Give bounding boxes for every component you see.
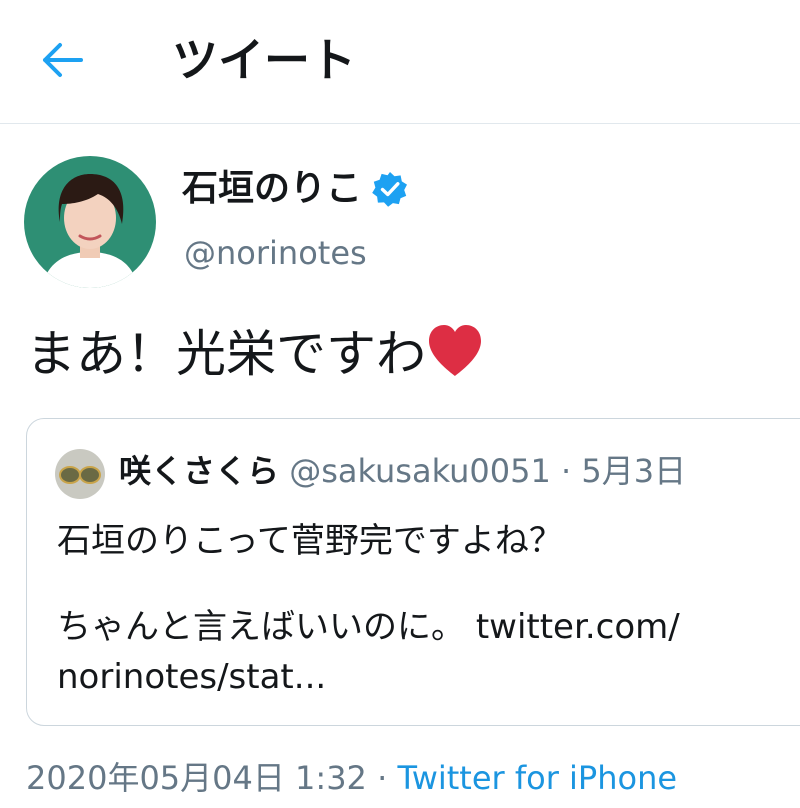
page-title: ツイート bbox=[172, 33, 356, 87]
quote-text-line-1: 石垣のりこって菅野完ですよね？ bbox=[57, 521, 563, 561]
tweet-text: まあ！光栄ですわ bbox=[26, 322, 484, 386]
tweet-timestamp: 2020年05月04日 1:32 · bbox=[26, 759, 398, 797]
author-display-name[interactable]: 石垣のりこ bbox=[182, 166, 362, 212]
heart-icon bbox=[429, 325, 481, 376]
avatar-portrait bbox=[24, 156, 156, 288]
tweet-detail-screen: ツイート 石垣のりこ @norinotes まあ！光栄ですわ 咲くさくら @sa… bbox=[0, 0, 800, 808]
top-bar: ツイート bbox=[0, 0, 800, 124]
back-button[interactable] bbox=[38, 38, 86, 82]
quoted-tweet-card[interactable]: 咲くさくら @sakusaku0051 · 5月3日 石垣のりこって菅野完ですよ… bbox=[26, 418, 800, 726]
arrow-left-icon bbox=[43, 43, 83, 77]
quote-author-avatar[interactable] bbox=[55, 449, 105, 499]
tweet-text-content: まあ！光栄ですわ bbox=[26, 325, 426, 383]
verified-badge-icon bbox=[372, 172, 407, 207]
quote-link-part-2[interactable]: norinotes/stat... bbox=[57, 655, 326, 699]
quote-header: 咲くさくら @sakusaku0051 · 5月3日 bbox=[119, 449, 686, 493]
tweet-source-link[interactable]: Twitter for iPhone bbox=[397, 759, 677, 797]
author-handle[interactable]: @norinotes bbox=[184, 232, 367, 274]
quote-link-part-1[interactable]: twitter.com/ bbox=[476, 607, 680, 647]
author-avatar[interactable] bbox=[24, 156, 156, 288]
tweet-footer: 2020年05月04日 1:32 · Twitter for iPhone bbox=[26, 756, 677, 800]
quote-author-name[interactable]: 咲くさくら bbox=[119, 452, 279, 490]
quote-text-segment: ちゃんと言えばいいのに。 bbox=[57, 607, 465, 647]
quote-author-meta: @sakusaku0051 · 5月3日 bbox=[289, 452, 687, 490]
quote-text-line-2: ちゃんと言えばいいのに。 twitter.com/ bbox=[57, 605, 680, 649]
sunglasses-avatar-image bbox=[55, 449, 105, 499]
